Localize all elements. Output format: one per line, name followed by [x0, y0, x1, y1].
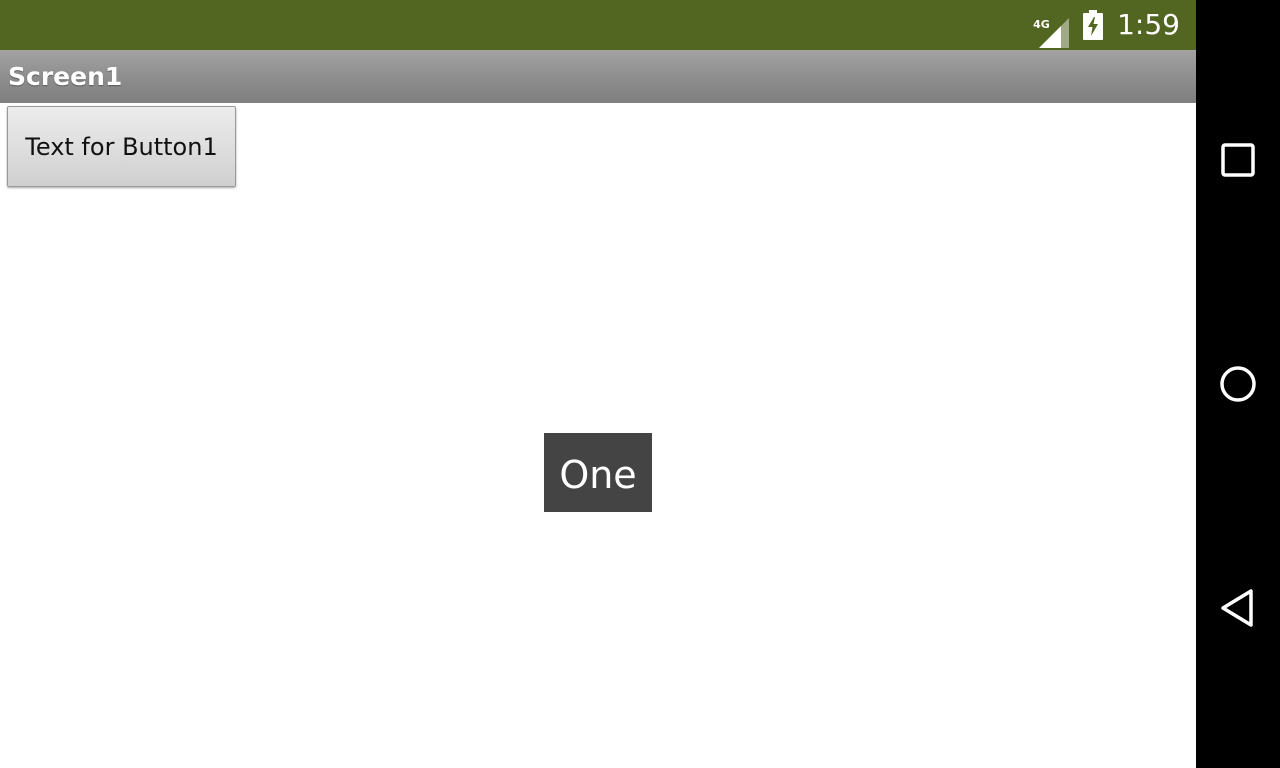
toast-message: One: [544, 433, 652, 512]
battery-charging-icon: [1083, 10, 1104, 40]
back-button[interactable]: [1208, 578, 1268, 638]
home-button[interactable]: [1208, 354, 1268, 414]
signal-icon: 4G: [1033, 10, 1070, 48]
button1[interactable]: Text for Button1: [7, 106, 236, 187]
signal-strength-graphic: [1039, 18, 1070, 48]
app-screen: 4G 1:59 Screen1 Text for Button1 One: [0, 0, 1196, 768]
navigation-bar: [1196, 0, 1280, 768]
status-bar: 4G 1:59: [0, 0, 1196, 50]
home-icon: [1220, 366, 1256, 402]
status-icons: 4G 1:59: [1033, 0, 1180, 50]
back-icon: [1221, 589, 1253, 627]
recents-icon: [1221, 143, 1255, 177]
recents-button[interactable]: [1208, 130, 1268, 190]
screen-title: Screen1: [8, 62, 123, 91]
status-clock: 1:59: [1117, 8, 1180, 41]
title-bar: Screen1: [0, 50, 1196, 103]
